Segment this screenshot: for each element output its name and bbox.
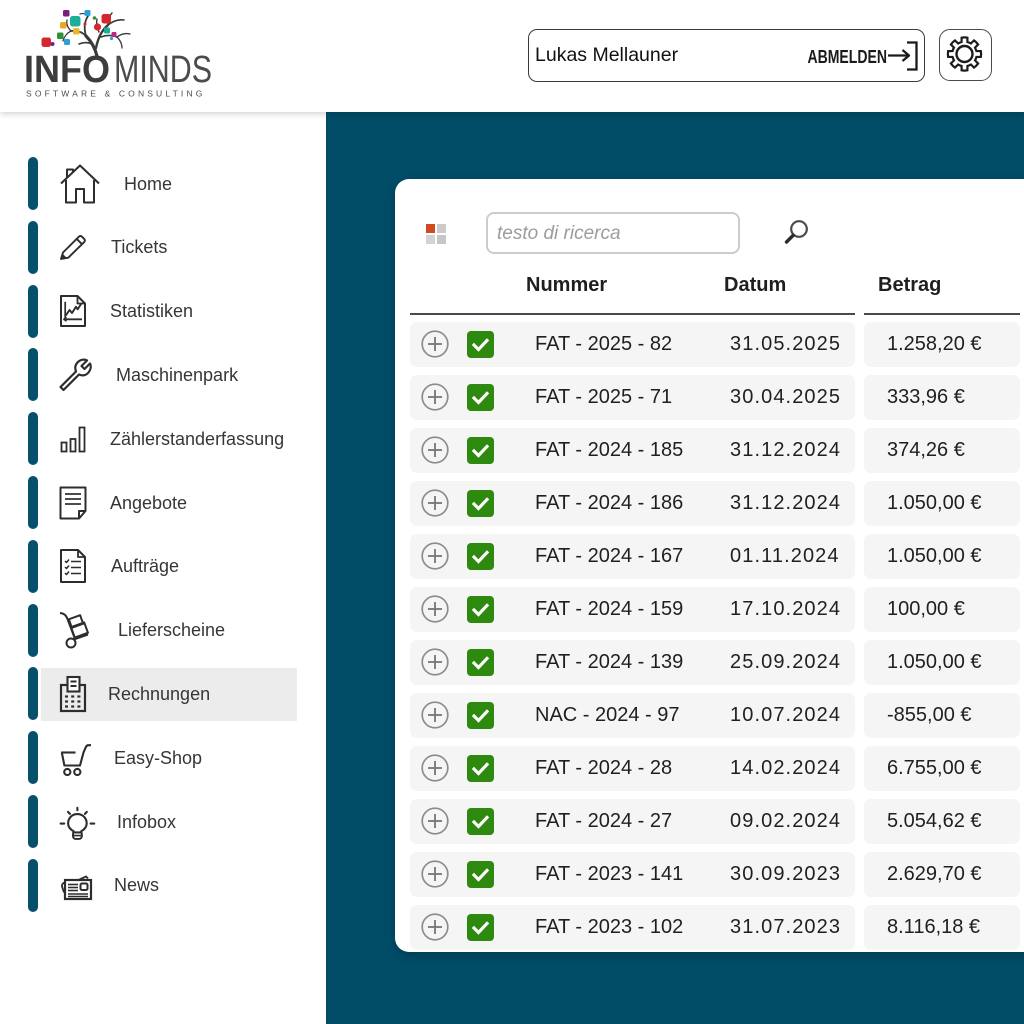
svg-text:SOFTWARE & CONSULTING: SOFTWARE & CONSULTING [26,89,206,99]
svg-text:MINDS: MINDS [114,49,212,91]
